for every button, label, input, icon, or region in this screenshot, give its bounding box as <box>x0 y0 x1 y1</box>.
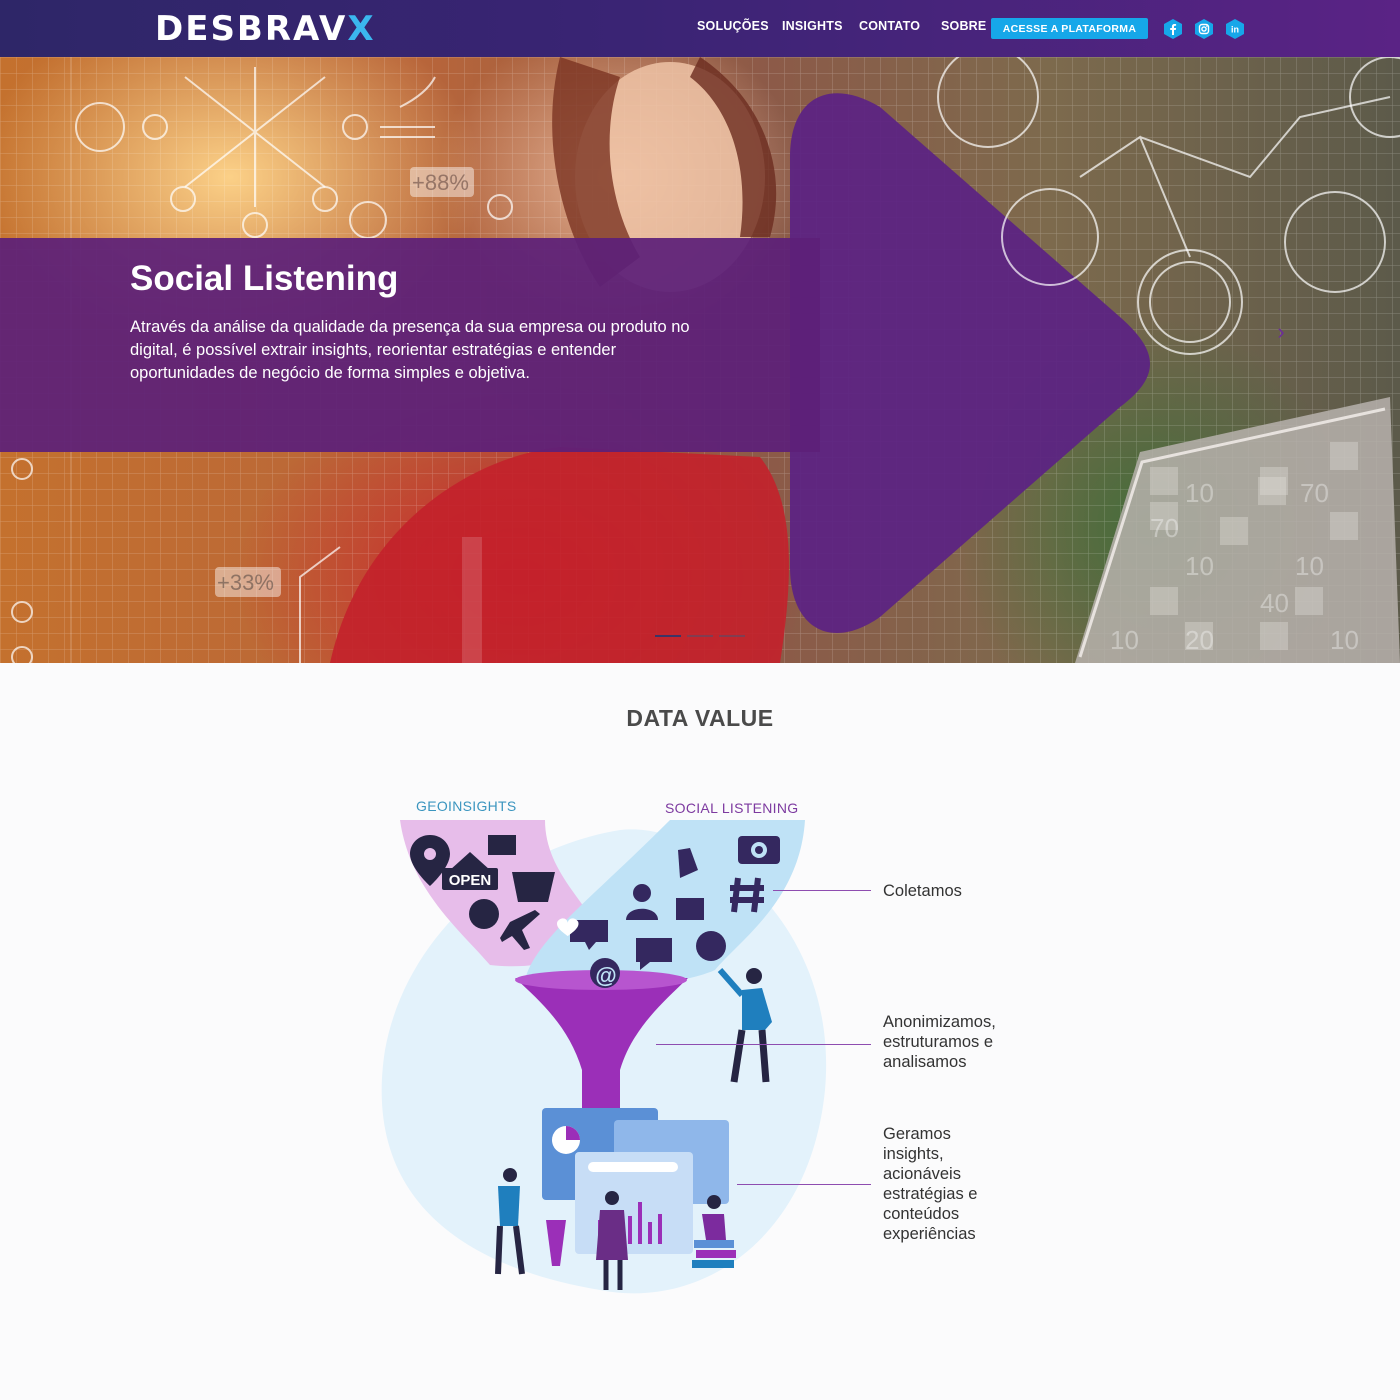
slider-dots <box>655 635 745 637</box>
next-slide-chevron-icon[interactable]: › <box>1270 319 1292 345</box>
hero-decor-label-88: +88% <box>412 170 469 195</box>
svg-text:@: @ <box>595 963 616 988</box>
menu-item-sobre[interactable]: SOBRE <box>941 19 986 33</box>
geoinsights-label: GEOINSIGHTS <box>416 798 517 814</box>
data-funnel-illustration: OPEN @ <box>381 820 827 1294</box>
facebook-icon[interactable] <box>1162 18 1184 40</box>
hero-description: Através da análise da qualidade da prese… <box>130 318 690 382</box>
access-platform-button[interactable]: ACESSE A PLATAFORMA <box>991 18 1148 39</box>
step-collect: Coletamos <box>883 882 962 900</box>
top-navbar: DESBRAV X SOLUÇÕES INSIGHTS CONTATO SOBRE… <box>0 0 1400 57</box>
slider-dot-2[interactable] <box>687 635 713 637</box>
step-insights: Geramos insights, acionáveis estratégias… <box>883 1125 978 1243</box>
social-listening-label: SOCIAL LISTENING <box>665 800 799 816</box>
slider-dot-3[interactable] <box>719 635 745 637</box>
step-analyze: Anonimizamos, estruturamos e analisamos <box>883 1013 996 1071</box>
hero-title: Social Listening <box>130 259 399 298</box>
step-connector-2 <box>656 1044 871 1045</box>
hero-decor-label-33: +33% <box>217 570 274 595</box>
slider-dot-1[interactable] <box>655 635 681 637</box>
open-sign-label: OPEN <box>449 872 492 889</box>
instagram-icon[interactable] <box>1193 18 1215 40</box>
menu-item-solucoes[interactable]: SOLUÇÕES <box>697 19 769 33</box>
menu-item-contato[interactable]: CONTATO <box>859 19 920 33</box>
step-connector-1 <box>773 890 871 891</box>
hero-slider: 10 70 70 10 10 40 10 20 10 +88% +33% Soc… <box>0 57 1400 663</box>
data-value-title: DATA VALUE <box>626 705 774 731</box>
menu-item-insights[interactable]: INSIGHTS <box>782 19 843 33</box>
step-connector-3 <box>737 1184 871 1185</box>
main-menu: SOLUÇÕES INSIGHTS CONTATO SOBRE <box>0 19 1400 39</box>
svg-text:in: in <box>1231 25 1239 35</box>
linkedin-icon[interactable]: in <box>1224 18 1246 40</box>
